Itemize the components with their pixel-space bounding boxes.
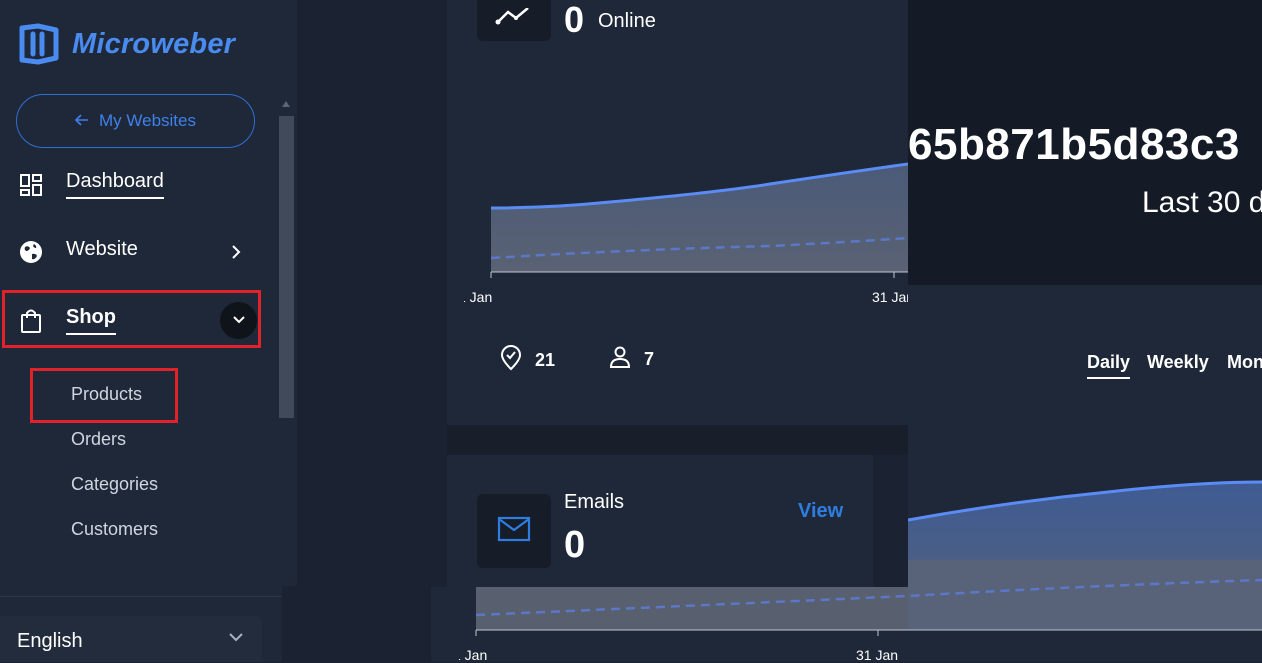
emails-chart-x-end: 31 Jan [856, 647, 899, 663]
scroll-up-arrow-icon[interactable] [282, 101, 290, 107]
tab-weekly[interactable]: Weekly [1147, 352, 1209, 373]
app-name: Microweber [72, 27, 236, 60]
user-icon [608, 345, 632, 374]
sidebar-item-label: Dashboard [66, 170, 164, 199]
site-period-subtitle: Last 30 d [1142, 186, 1262, 219]
visits-stat: 21 [499, 345, 555, 376]
map-pin-check-icon [499, 345, 523, 376]
users-count: 7 [644, 349, 655, 369]
emails-label: Emails [564, 491, 625, 513]
sidebar-item-dashboard[interactable]: Dashboard [18, 170, 164, 199]
online-chart [490, 162, 908, 278]
sidebar-item-shop[interactable]: Shop [18, 306, 116, 335]
my-websites-button[interactable]: My Websites [16, 94, 255, 148]
sidebar-subitem-customers[interactable]: Customers [71, 519, 158, 540]
shopping-bag-icon [18, 308, 44, 334]
sidebar-divider [0, 596, 282, 597]
card-gap [447, 425, 908, 455]
emails-chart [475, 560, 1262, 636]
online-chart-x-start: 1 Jan [464, 289, 493, 305]
microweber-logo-icon [19, 23, 59, 65]
sidebar-item-website[interactable]: Website [18, 238, 138, 265]
online-label: Online [598, 10, 656, 32]
emails-view-link[interactable]: View [798, 500, 843, 523]
emails-chart-x-start: 1 Jan [459, 647, 488, 663]
sidebar-subitem-categories[interactable]: Categories [71, 474, 158, 495]
sidebar-item-label: Shop [66, 306, 116, 335]
mail-icon [497, 516, 531, 547]
chevron-down-icon [232, 312, 246, 330]
email-icon-tile [477, 494, 551, 568]
tab-monthly[interactable]: Mon [1227, 352, 1262, 373]
trend-icon [494, 7, 534, 33]
users-stat: 7 [608, 345, 654, 374]
dashboard-icon [18, 172, 44, 198]
my-websites-label: My Websites [99, 111, 196, 130]
online-icon-tile [477, 0, 551, 41]
online-count: 0 [564, 0, 585, 40]
sidebar-scrollbar[interactable] [279, 116, 294, 418]
shop-collapse-button[interactable] [220, 302, 257, 339]
sidebar-item-label: Website [66, 238, 138, 260]
online-chart-x-end: 31 Jan [872, 289, 908, 305]
chevron-down-icon[interactable] [228, 630, 244, 648]
site-id-title: 65b871b5d83c3 [908, 120, 1240, 169]
sidebar-subitem-products[interactable]: Products [71, 384, 142, 405]
chevron-right-icon[interactable] [230, 244, 242, 265]
app-logo[interactable]: Microweber [16, 22, 235, 66]
tab-daily[interactable]: Daily [1087, 352, 1131, 379]
sidebar-subitem-orders[interactable]: Orders [71, 429, 126, 450]
arrow-left-icon [74, 111, 89, 131]
language-label: English [17, 630, 83, 652]
online-chart-area [491, 164, 908, 272]
visits-count: 21 [535, 350, 556, 370]
globe-icon [18, 239, 44, 265]
